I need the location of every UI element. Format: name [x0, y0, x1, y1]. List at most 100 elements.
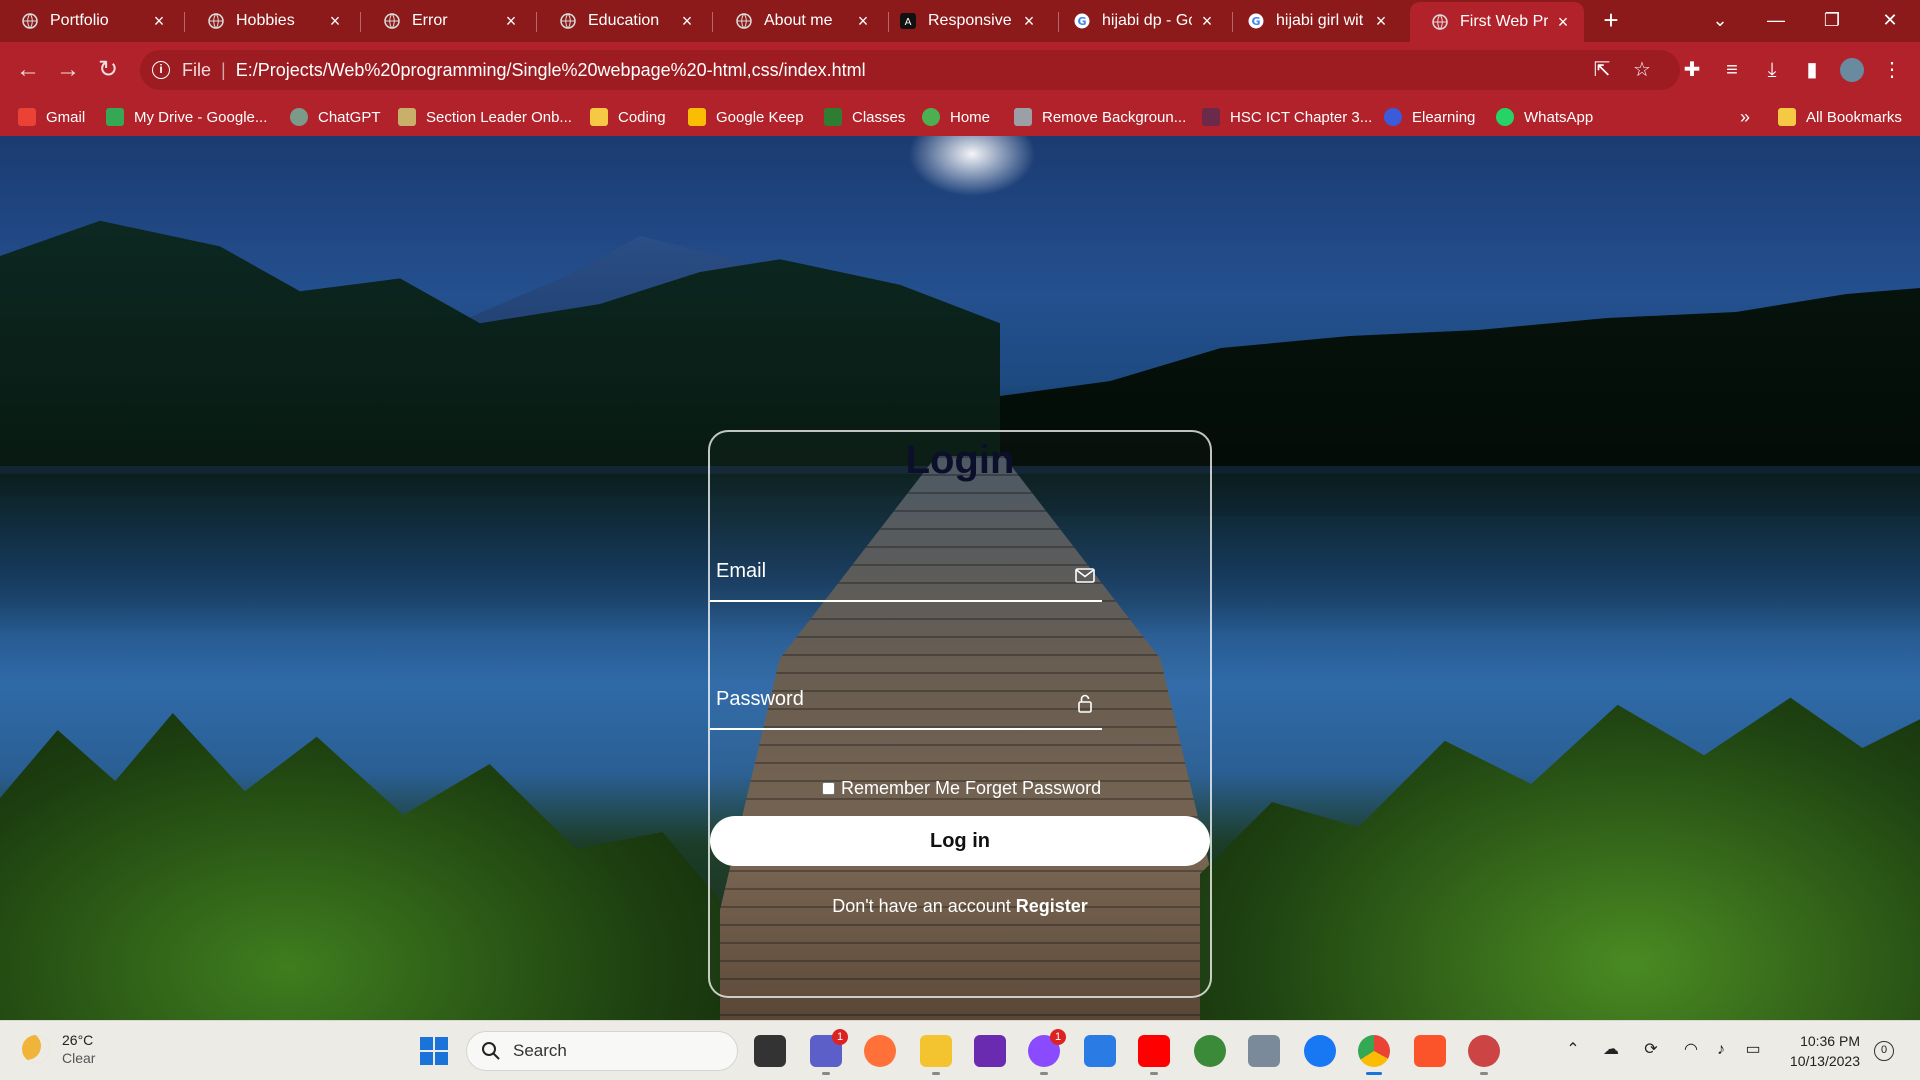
camera-app-icon[interactable]	[1248, 1035, 1280, 1067]
youtube-icon[interactable]	[1138, 1035, 1170, 1075]
tab-close-icon[interactable]: ×	[1020, 12, 1038, 30]
bookmark-gmail[interactable]: Gmail	[18, 106, 85, 128]
file-explorer-icon[interactable]	[920, 1035, 952, 1075]
forward-arrow-icon[interactable]: →	[54, 56, 82, 84]
tab-portfolio[interactable]: Portfolio ×	[0, 4, 180, 38]
internet-download-icon[interactable]	[1194, 1035, 1226, 1067]
lock-icon	[1074, 692, 1096, 714]
tab-close-icon[interactable]: ×	[502, 12, 520, 30]
facebook-icon[interactable]	[1304, 1035, 1336, 1067]
taskbar: 26°C Clear Search 1 1 ⌃ ☁ ⟳ ◠ ♪ ▭ 10:36 …	[0, 1020, 1920, 1080]
messenger-icon[interactable]: 1	[1028, 1029, 1066, 1075]
bookmark-whatsapp[interactable]: WhatsApp	[1496, 106, 1593, 128]
visual-studio-icon[interactable]	[974, 1035, 1006, 1067]
notepad-icon[interactable]	[1084, 1035, 1116, 1067]
tab-responsive[interactable]: A Responsive W ×	[878, 4, 1050, 38]
clock-date: 10/13/2023	[1789, 1053, 1860, 1069]
tab-close-icon[interactable]: ×	[1554, 13, 1572, 31]
menu-kebab-icon[interactable]: ⋮	[1880, 58, 1904, 82]
bookmark-my-drive[interactable]: My Drive - Google...	[106, 106, 267, 128]
login-button[interactable]: Log in	[710, 816, 1210, 866]
share-icon[interactable]: ⇱	[1590, 58, 1614, 82]
brave-icon[interactable]	[1414, 1035, 1446, 1067]
bookmark-home[interactable]: Home	[922, 106, 990, 128]
tab-hijabi-dp[interactable]: G hijabi dp - Go ×	[1052, 4, 1228, 38]
profile-avatar-icon[interactable]	[1840, 58, 1864, 82]
remove-bg-icon	[1014, 108, 1032, 126]
close-window-icon[interactable]: ✕	[1870, 6, 1910, 34]
tab-hijabi-girl[interactable]: G hijabi girl wit ×	[1226, 4, 1402, 38]
tab-hobbies[interactable]: Hobbies ×	[186, 4, 356, 38]
weather-widget[interactable]: 26°C Clear	[22, 1031, 95, 1067]
all-bookmarks-button[interactable]: All Bookmarks	[1778, 106, 1902, 128]
url-text[interactable]: E:/Projects/Web%20programming/Single%20w…	[236, 60, 866, 81]
onedrive-cloud-icon[interactable]: ☁	[1600, 1039, 1622, 1061]
tab-first-web-project[interactable]: First Web Pro ×	[1410, 2, 1584, 42]
taskbar-search[interactable]: Search	[466, 1031, 738, 1071]
tab-close-icon[interactable]: ×	[678, 12, 696, 30]
register-link[interactable]: Register	[1016, 896, 1088, 916]
side-panel-icon[interactable]: ▮	[1800, 58, 1824, 82]
url-divider: |	[221, 59, 226, 80]
volume-icon[interactable]: ♪	[1710, 1039, 1732, 1061]
address-bar[interactable]: i File | E:/Projects/Web%20programming/S…	[140, 50, 1680, 90]
reload-icon[interactable]: ↻	[94, 56, 122, 84]
bookmark-remove-background[interactable]: Remove Backgroun...	[1014, 106, 1186, 128]
firefox-icon[interactable]	[864, 1035, 896, 1067]
tab-about-me[interactable]: About me ×	[714, 4, 884, 38]
password-field[interactable]: Password	[710, 680, 1102, 730]
weather-temperature: 26°C	[62, 1032, 94, 1048]
reading-list-icon[interactable]: ≡	[1720, 58, 1744, 82]
bookmark-section-leader[interactable]: Section Leader Onb...	[398, 106, 572, 128]
bookmark-coding[interactable]: Coding	[590, 106, 666, 128]
bookmark-label: Remove Backgroun...	[1042, 108, 1187, 126]
messenger-badge: 1	[1050, 1029, 1066, 1045]
tab-close-icon[interactable]: ×	[150, 12, 168, 30]
minimize-icon[interactable]: —	[1756, 6, 1796, 34]
home-icon	[922, 108, 940, 126]
bookmark-label: ChatGPT	[318, 108, 381, 126]
bookmark-chatgpt[interactable]: ChatGPT	[290, 106, 381, 128]
moon-icon	[22, 1035, 50, 1063]
remember-me-checkbox[interactable]	[822, 782, 835, 795]
tab-label: hijabi dp - Go	[1102, 12, 1192, 29]
back-arrow-icon[interactable]: ←	[14, 56, 42, 84]
download-icon[interactable]: ⤓	[1760, 58, 1784, 82]
tab-education[interactable]: Education ×	[538, 4, 708, 38]
bookmark-classes[interactable]: Classes	[824, 106, 905, 128]
tab-close-icon[interactable]: ×	[1198, 12, 1216, 30]
sync-icon[interactable]: ⟳	[1640, 1039, 1662, 1061]
teams-icon[interactable]: 1	[810, 1029, 848, 1075]
remember-forget-text[interactable]: Remember Me Forget Password	[841, 778, 1101, 799]
login-title: Login	[905, 438, 1015, 482]
globe-icon	[22, 13, 38, 29]
tab-close-icon[interactable]: ×	[326, 12, 344, 30]
bookmark-hsc-ict[interactable]: HSC ICT Chapter 3...	[1202, 106, 1372, 128]
restore-icon[interactable]: ❐	[1812, 6, 1852, 34]
windows-start-icon[interactable]	[420, 1037, 448, 1065]
battery-icon[interactable]: ▭	[1742, 1039, 1764, 1061]
chrome-icon[interactable]	[1358, 1035, 1390, 1075]
wifi-icon[interactable]: ◠	[1680, 1039, 1702, 1061]
tab-close-icon[interactable]: ×	[854, 12, 872, 30]
extensions-puzzle-icon[interactable]: ✚	[1680, 58, 1704, 82]
bookmarks-overflow-button[interactable]: »	[1740, 106, 1750, 128]
task-view-icon[interactable]	[754, 1035, 786, 1067]
snipping-tool-icon[interactable]	[1468, 1035, 1500, 1075]
system-clock[interactable]: 10:36 PM 10/13/2023	[1770, 1031, 1860, 1071]
new-tab-button[interactable]: +	[1598, 7, 1624, 34]
tab-error[interactable]: Error ×	[362, 4, 532, 38]
bookmark-elearning[interactable]: Elearning	[1384, 106, 1475, 128]
bookmark-label: My Drive - Google...	[134, 108, 268, 126]
bookmark-google-keep[interactable]: Google Keep	[688, 106, 804, 128]
bookmark-star-icon[interactable]: ☆	[1630, 58, 1654, 82]
notification-count[interactable]: 0	[1874, 1041, 1894, 1061]
gmail-icon	[18, 108, 36, 126]
email-field[interactable]: Email	[710, 552, 1102, 602]
tab-close-icon[interactable]: ×	[1372, 12, 1390, 30]
chatgpt-icon	[290, 108, 308, 126]
info-icon[interactable]: i	[152, 61, 170, 79]
tray-overflow-chevron-icon[interactable]: ⌃	[1562, 1039, 1584, 1061]
tab-search-chevron-icon[interactable]: ⌄	[1700, 6, 1740, 34]
tab-strip: Portfolio × Hobbies × Error × Education …	[0, 0, 1920, 42]
